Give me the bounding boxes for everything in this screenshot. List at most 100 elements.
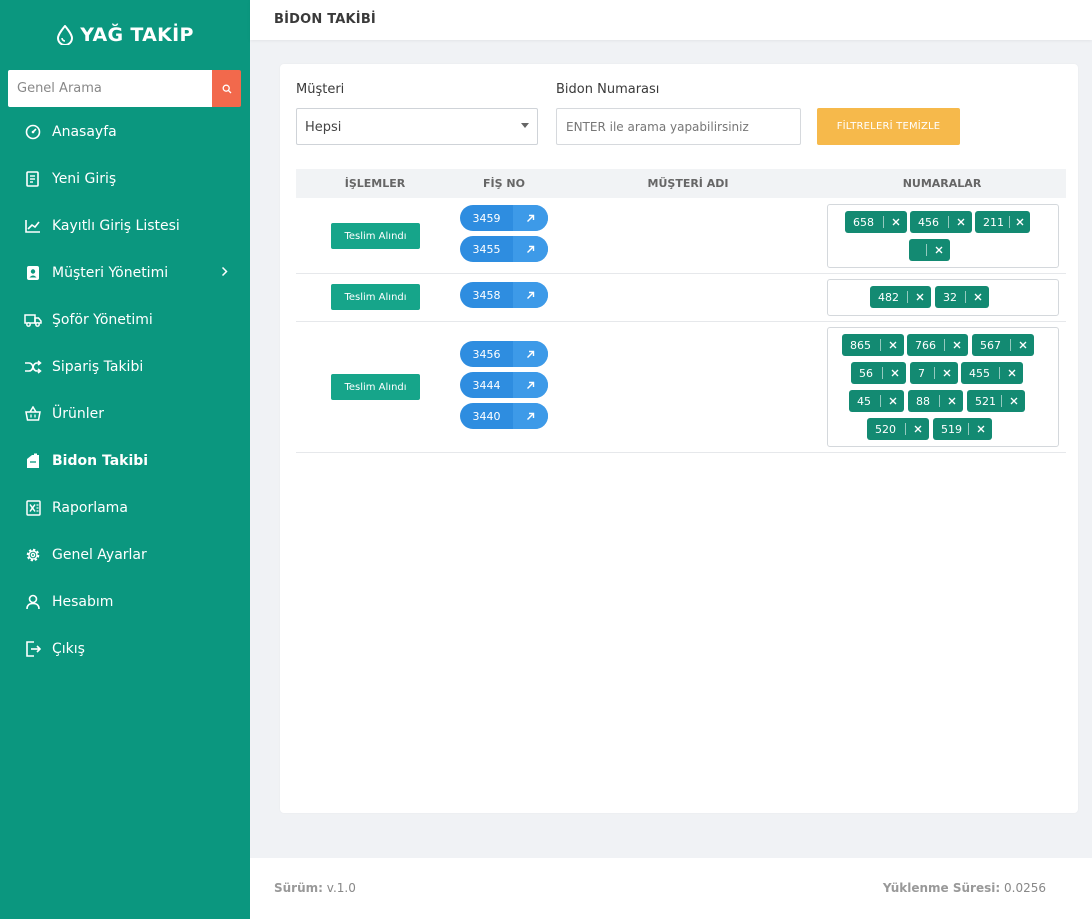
sidebar-item-label: Sipariş Takibi: [52, 358, 144, 375]
version-info: Sürüm: v.1.0: [274, 881, 356, 895]
number-tag: 56: [851, 362, 906, 384]
arrow-up-right-icon: [513, 372, 548, 398]
teslim-alindi-button[interactable]: Teslim Alındı: [331, 374, 420, 400]
sidebar-item-hesabim[interactable]: Hesabım: [0, 578, 250, 625]
chart-line-icon: [24, 217, 42, 235]
number-tag: 45: [849, 390, 904, 412]
fis-link[interactable]: 3455: [460, 236, 548, 262]
tag-value: 766: [915, 338, 936, 352]
tag-value: 865: [850, 338, 871, 352]
close-icon[interactable]: [950, 341, 963, 349]
tag-separator: [926, 244, 927, 256]
excel-icon: [24, 499, 42, 517]
sidebar-item-anasayfa[interactable]: Anasayfa: [0, 108, 250, 155]
close-icon[interactable]: [940, 369, 953, 377]
tag-value: 567: [980, 338, 1001, 352]
fis-link[interactable]: 3440: [460, 403, 548, 429]
oil-drop-icon: [57, 25, 74, 45]
close-icon[interactable]: [971, 293, 984, 301]
arrow-up-right-icon: [513, 341, 548, 367]
close-icon[interactable]: [1015, 218, 1025, 226]
table-header: İŞLEMLER FİŞ NO MÜŞTERİ ADI NUMARALAR: [296, 169, 1066, 198]
clear-filters-button[interactable]: FİLTRELERİ TEMİZLE: [817, 108, 960, 145]
close-icon[interactable]: [1007, 397, 1020, 405]
close-icon[interactable]: [954, 218, 967, 226]
close-icon[interactable]: [911, 425, 924, 433]
fis-link[interactable]: 3456: [460, 341, 548, 367]
user-icon: [24, 593, 42, 611]
sidebar-item-yeni-giris[interactable]: Yeni Giriş: [0, 155, 250, 202]
sidebar-item-siparis-takibi[interactable]: Sipariş Takibi: [0, 343, 250, 390]
global-search-input[interactable]: [8, 70, 212, 107]
column-header-musteri-adi: MÜŞTERİ ADI: [647, 177, 729, 190]
search-button[interactable]: [212, 70, 241, 107]
number-tag: 766: [907, 334, 968, 356]
number-tag: 519: [933, 418, 992, 440]
numaralar-tag-input[interactable]: 865 766 567 56 7 455 45 88 521 520 519: [827, 327, 1059, 447]
teslim-alindi-button[interactable]: Teslim Alındı: [331, 223, 420, 249]
sidebar-item-label: Genel Ayarlar: [52, 546, 147, 563]
sidebar-item-musteri-yonetimi[interactable]: Müşteri Yönetimi: [0, 249, 250, 296]
close-icon[interactable]: [889, 218, 902, 226]
tag-separator: [934, 367, 935, 379]
tag-value: 521: [975, 394, 996, 408]
tag-separator: [939, 395, 940, 407]
close-icon[interactable]: [886, 397, 899, 405]
sidebar-item-label: Anasayfa: [52, 123, 117, 140]
number-tag: 32: [935, 286, 989, 308]
sidebar-item-raporlama[interactable]: Raporlama: [0, 484, 250, 531]
column-header-numaralar: NUMARALAR: [902, 177, 982, 190]
tag-value: 519: [941, 422, 962, 436]
close-icon[interactable]: [945, 397, 958, 405]
numaralar-tag-input[interactable]: 658 456 211: [827, 204, 1059, 268]
sidebar-item-bidon-takibi[interactable]: Bidon Takibi: [0, 437, 250, 484]
load-time-label: Yüklenme Süresi:: [882, 881, 1001, 895]
close-icon[interactable]: [1016, 341, 1029, 349]
musteri-select[interactable]: Hepsi: [296, 108, 538, 145]
number-tag: 521: [967, 390, 1025, 412]
sidebar-item-genel-ayarlar[interactable]: Genel Ayarlar: [0, 531, 250, 578]
close-icon[interactable]: [932, 246, 945, 254]
fis-link[interactable]: 3458: [460, 282, 548, 308]
number-tag: 865: [842, 334, 904, 356]
shuffle-icon: [24, 358, 42, 376]
tag-value: 56: [859, 366, 873, 380]
sidebar-item-kayitli-giris-listesi[interactable]: Kayıtlı Giriş Listesi: [0, 202, 250, 249]
sidebar-item-sofor-yonetimi[interactable]: Şoför Yönetimi: [0, 296, 250, 343]
fis-link[interactable]: 3444: [460, 372, 548, 398]
tag-separator: [968, 423, 969, 435]
sidebar-item-cikis[interactable]: Çıkış: [0, 625, 250, 672]
sidebar-nav: Anasayfa Yeni Giriş Kayıtlı Giriş Listes…: [0, 108, 250, 672]
truck-icon: [24, 311, 42, 329]
tag-value: 7: [918, 366, 925, 380]
tag-separator: [1009, 216, 1010, 228]
brand[interactable]: YAĞ TAKİP: [0, 0, 250, 70]
tag-value: 520: [875, 422, 896, 436]
close-icon[interactable]: [886, 341, 899, 349]
close-icon[interactable]: [888, 369, 901, 377]
close-icon[interactable]: [1005, 369, 1018, 377]
chevron-right-icon: [221, 265, 228, 281]
arrow-up-right-icon: [513, 403, 548, 429]
basket-icon: [24, 405, 42, 423]
musteri-label: Müşteri: [296, 82, 345, 97]
number-tag: 88: [908, 390, 963, 412]
tag-value: 482: [878, 290, 899, 304]
bidon-search-input[interactable]: [556, 108, 801, 145]
numaralar-tag-input[interactable]: 482 32: [827, 279, 1059, 316]
number-tag: 456: [910, 211, 972, 233]
gear-icon: [24, 546, 42, 564]
sidebar-item-label: Ürünler: [52, 405, 105, 422]
sidebar-item-urunler[interactable]: Ürünler: [0, 390, 250, 437]
tag-value: 211: [983, 215, 1004, 229]
teslim-alindi-button[interactable]: Teslim Alındı: [331, 284, 420, 310]
tag-separator: [880, 395, 881, 407]
close-icon[interactable]: [974, 425, 987, 433]
close-icon[interactable]: [913, 293, 926, 301]
tag-value: 88: [916, 394, 930, 408]
number-tag: 658: [845, 211, 907, 233]
fis-link[interactable]: 3459: [460, 205, 548, 231]
column-header-fis-no: FİŞ NO: [483, 177, 525, 190]
tag-separator: [948, 216, 949, 228]
arrow-up-right-icon: [513, 236, 548, 262]
